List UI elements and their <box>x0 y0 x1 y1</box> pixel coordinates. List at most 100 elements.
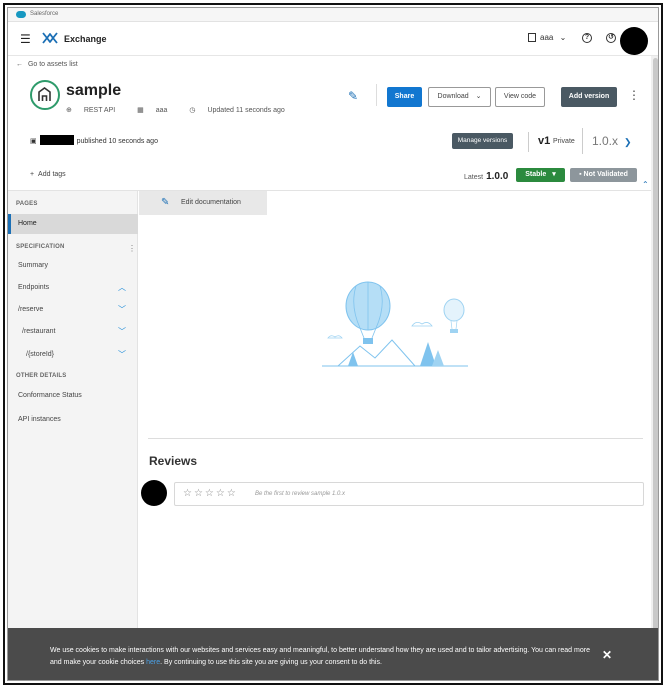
latest-label: Latest <box>464 174 484 181</box>
view-code-button[interactable]: View code <box>495 87 545 107</box>
app-header: ☰ Exchange aaa ⌄ ? ↺ <box>8 22 658 56</box>
badge-icon: ▪ <box>579 171 582 178</box>
version-dropdown-value: 1.0.x <box>592 134 619 148</box>
sidebar: PAGES Home SPECIFICATION ⋮ Summary Endpo… <box>8 191 138 680</box>
reviews-title: Reviews <box>149 454 198 468</box>
redacted-avatar <box>141 480 167 506</box>
org-switcher[interactable]: aaa ⌄ <box>528 33 566 42</box>
not-validated-badge: ▪ Not Validated <box>570 168 637 182</box>
divider <box>148 438 643 439</box>
not-validated-label: Not Validated <box>583 171 628 178</box>
sidebar-item-label: /restaurant <box>22 328 56 335</box>
more-options-icon[interactable]: ⋮ <box>628 88 640 102</box>
back-link-label: Go to assets list <box>27 61 78 68</box>
download-button-label: Download <box>437 93 469 100</box>
chevron-down-icon[interactable]: ﹀ <box>118 322 126 342</box>
manage-versions-button[interactable]: Manage versions <box>452 133 513 149</box>
asset-org: ▦ aaa <box>137 107 177 114</box>
app-name[interactable]: Exchange <box>64 34 107 44</box>
sidebar-item-label: /{storeId} <box>26 351 55 358</box>
close-icon[interactable]: ✕ <box>602 648 612 662</box>
cookie-choices-link[interactable]: here <box>146 659 160 666</box>
asset-type-label: REST API <box>83 107 116 114</box>
sidebar-item-endpoints[interactable]: Endpoints ︿ <box>8 278 138 298</box>
screenshot-frame: Salesforce ☰ Exchange aaa ⌄ ? ↺ ← Go to … <box>3 3 663 685</box>
star-rating[interactable]: ☆☆☆☆☆ <box>183 488 238 499</box>
visibility-label: Private <box>553 138 575 145</box>
major-version: v1 <box>538 135 551 147</box>
publisher-row: ▣ published 10 seconds ago <box>30 135 158 145</box>
chevron-down-icon[interactable]: ﹀ <box>118 345 126 365</box>
collapse-header-icon[interactable]: ⌃ <box>642 180 649 189</box>
salesforce-cloud-icon <box>16 11 26 18</box>
add-tags-label: Add tags <box>38 171 66 178</box>
published-text: published 10 seconds ago <box>76 138 158 145</box>
version-dropdown[interactable]: 1.0.x ❯ <box>592 134 632 148</box>
building-icon: ▦ <box>137 107 144 114</box>
cookie-text: . By continuing to use this site you are… <box>160 659 382 666</box>
asset-updated: ◷ Updated 11 seconds ago <box>189 107 294 114</box>
stable-label: Stable <box>525 171 547 178</box>
edit-documentation-button[interactable]: ✎ Edit documentation <box>139 191 267 215</box>
chevron-down-icon: ⌄ <box>475 93 482 100</box>
more-options-icon[interactable]: ⋮ <box>128 244 136 253</box>
edit-documentation-label: Edit documentation <box>181 199 241 206</box>
share-button[interactable]: Share <box>387 87 422 107</box>
sidebar-spec-heading: SPECIFICATION <box>16 244 65 250</box>
edit-pencil-icon[interactable]: ✎ <box>348 89 358 103</box>
latest-version: Latest 1.0.0 <box>464 171 508 182</box>
plus-icon: + <box>30 171 35 178</box>
asset-org-label: aaa <box>155 107 168 114</box>
api-type-icon: ⊕ <box>66 107 72 114</box>
clock-icon: ◷ <box>189 107 196 114</box>
sidebar-item-reserve[interactable]: /reserve ﹀ <box>8 300 138 320</box>
empty-state-illustration <box>322 281 468 367</box>
arrow-left-icon: ← <box>16 61 23 68</box>
user-avatar[interactable] <box>620 27 648 55</box>
redacted-publisher <box>39 135 74 145</box>
sidebar-item-conformance[interactable]: Conformance Status <box>8 386 138 406</box>
api-asset-icon <box>30 80 60 110</box>
user-icon: ▣ <box>30 138 37 145</box>
sidebar-item-summary[interactable]: Summary <box>8 256 138 276</box>
sidebar-item-storeid[interactable]: /{storeId} ﹀ <box>8 345 138 365</box>
org-name: aaa <box>540 33 554 42</box>
chevron-up-icon[interactable]: ︿ <box>118 278 126 298</box>
building-icon <box>528 33 536 42</box>
sidebar-item-home[interactable]: Home <box>8 214 138 234</box>
asset-meta: ⊕ REST API ▦ aaa ◷ Updated 11 seconds ag… <box>66 106 305 114</box>
sidebar-item-label: /reserve <box>18 306 44 313</box>
sidebar-item-label: Endpoints <box>18 284 50 291</box>
divider <box>582 128 583 154</box>
sidebar-other-heading: OTHER DETAILS <box>16 373 67 379</box>
review-input[interactable]: ☆☆☆☆☆ Be the first to review sample 1.0.… <box>174 482 644 506</box>
salesforce-label: Salesforce <box>30 11 59 17</box>
chevron-down-icon[interactable]: ﹀ <box>118 300 126 320</box>
sidebar-item-api-instances[interactable]: API instances <box>8 410 138 430</box>
menu-icon[interactable]: ☰ <box>20 33 31 45</box>
scrollbar-thumb[interactable] <box>653 58 658 633</box>
cookie-message: We use cookies to make interactions with… <box>50 645 590 669</box>
pencil-icon: ✎ <box>161 197 170 208</box>
salesforce-strip: Salesforce <box>8 8 658 22</box>
download-button[interactable]: Download ⌄ <box>428 87 491 107</box>
add-tags-button[interactable]: + Add tags <box>30 171 66 178</box>
exchange-logo-icon[interactable] <box>42 31 58 47</box>
review-placeholder: Be the first to review sample 1.0.x <box>255 491 346 497</box>
back-link[interactable]: ← Go to assets list <box>16 61 78 68</box>
latest-value: 1.0.0 <box>486 171 509 182</box>
browser-viewport: Salesforce ☰ Exchange aaa ⌄ ? ↺ ← Go to … <box>7 7 659 681</box>
divider <box>376 84 377 106</box>
divider <box>528 132 529 152</box>
asset-type: ⊕ REST API <box>66 107 125 114</box>
chevron-down-icon: ⌄ <box>559 33 567 42</box>
stable-status-dropdown[interactable]: Stable ▾ <box>516 168 565 182</box>
sidebar-item-restaurant[interactable]: /restaurant ﹀ <box>8 322 138 342</box>
caret-down-icon: ▾ <box>552 171 556 178</box>
history-icon[interactable]: ↺ <box>606 33 616 43</box>
asset-title: sample <box>66 82 122 99</box>
add-version-button[interactable]: Add version <box>561 87 617 107</box>
chevron-down-icon: ❯ <box>624 137 632 147</box>
help-icon[interactable]: ? <box>582 33 592 43</box>
asset-updated-label: Updated 11 seconds ago <box>207 107 285 114</box>
